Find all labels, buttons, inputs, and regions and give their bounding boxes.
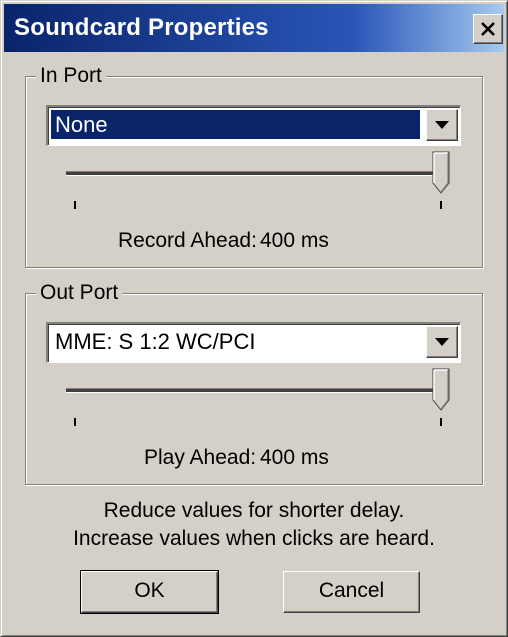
chevron-down-icon xyxy=(435,120,449,129)
soundcard-properties-dialog: Soundcard Properties In Port None Record xyxy=(0,0,508,637)
in-port-dropdown-button[interactable] xyxy=(426,109,458,141)
record-ahead-value: 400 ms xyxy=(260,229,329,252)
play-ahead-label: Play Ahead: xyxy=(144,446,257,469)
title-bar[interactable]: Soundcard Properties xyxy=(4,4,504,52)
record-ahead-slider-track[interactable] xyxy=(66,171,448,176)
record-ahead-slider-thumb[interactable] xyxy=(432,151,450,195)
in-port-group: In Port None Record Ahead: 400 ms xyxy=(25,64,483,268)
in-port-group-label: In Port xyxy=(36,64,106,88)
play-ahead-max-tick xyxy=(440,418,442,426)
window-title: Soundcard Properties xyxy=(14,14,269,41)
ok-button[interactable]: OK xyxy=(80,570,219,614)
play-ahead-slider-thumb[interactable] xyxy=(432,368,450,412)
hint-line-2: Increase values when clicks are heard. xyxy=(73,527,435,550)
in-port-selected-device: None xyxy=(51,110,420,139)
out-port-selected-device: MME: S 1:2 WC/PCI xyxy=(55,329,256,354)
in-port-device-select[interactable]: None xyxy=(46,105,461,146)
out-port-group: Out Port MME: S 1:2 WC/PCI Play Ahead: 4… xyxy=(25,281,483,485)
out-port-device-select[interactable]: MME: S 1:2 WC/PCI xyxy=(46,322,461,363)
chevron-down-icon xyxy=(435,337,449,346)
cancel-button[interactable]: Cancel xyxy=(283,571,420,613)
close-button[interactable] xyxy=(473,14,503,44)
play-ahead-slider-track[interactable] xyxy=(66,388,448,393)
record-ahead-min-tick xyxy=(74,201,76,209)
out-port-dropdown-button[interactable] xyxy=(426,326,458,358)
hint-line-1: Reduce values for shorter delay. xyxy=(103,499,405,522)
record-ahead-max-tick xyxy=(440,201,442,209)
play-ahead-value: 400 ms xyxy=(260,446,329,469)
close-icon xyxy=(481,22,495,36)
play-ahead-min-tick xyxy=(74,418,76,426)
record-ahead-label: Record Ahead: xyxy=(118,229,257,252)
out-port-group-label: Out Port xyxy=(36,281,123,305)
